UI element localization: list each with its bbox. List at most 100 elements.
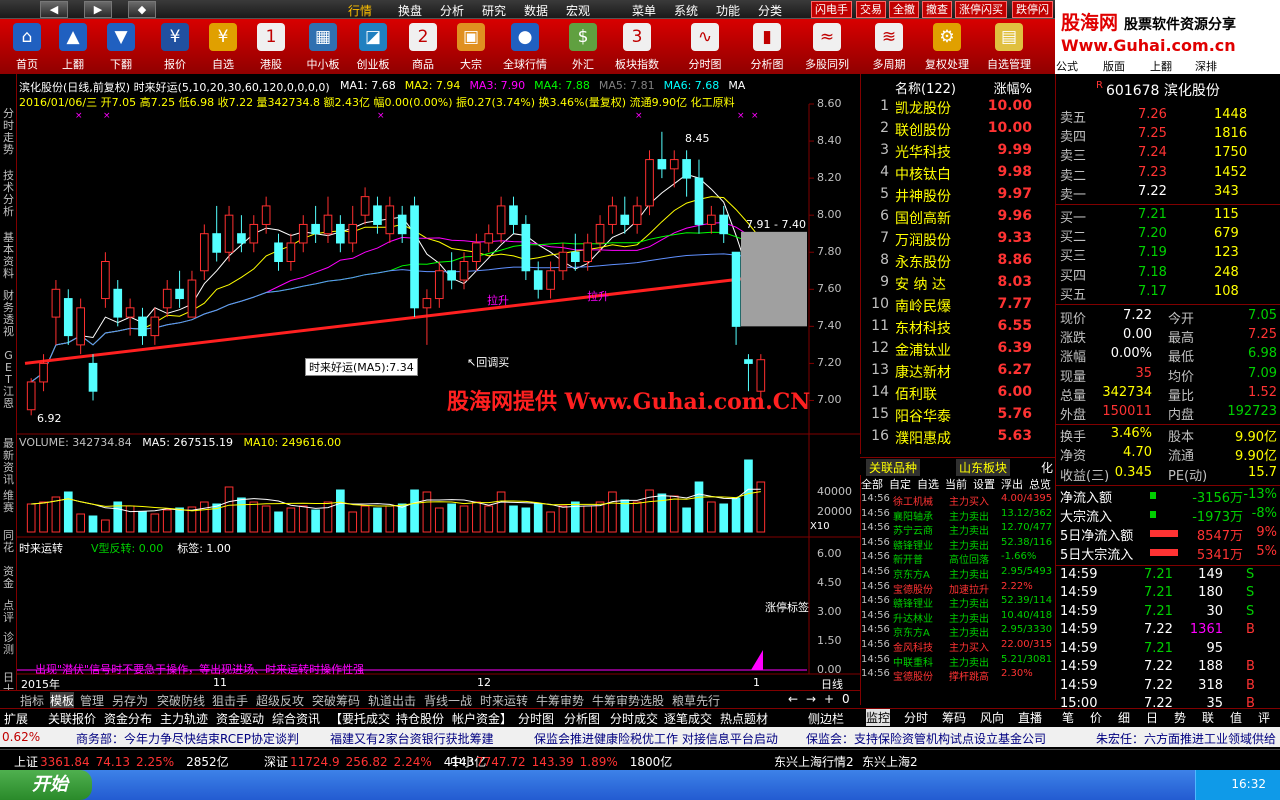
left-tab-6[interactable]: 维 赛 (1, 490, 16, 514)
menu-4[interactable]: 数据 (524, 2, 548, 19)
function-tab-6[interactable]: 【要托成交 (330, 710, 390, 727)
indicator-tab-8[interactable]: 轨道出击 (368, 692, 416, 709)
left-tab-2[interactable]: 基 本 资 料 (1, 232, 16, 280)
quote-tab-4[interactable]: 直播 (1018, 709, 1042, 726)
function-tab-7[interactable]: 持仓股份 (396, 710, 444, 727)
function-tab-10[interactable]: 分析图 (564, 710, 600, 727)
function-tab-4[interactable]: 资金驱动 (216, 710, 264, 727)
ask-level[interactable]: 卖二 7.23 1452 (1056, 165, 1280, 184)
menu-3[interactable]: 研究 (482, 2, 506, 19)
tape-row[interactable]: 14:56 赣锋锂业 主力卖出 52.38/116 (861, 537, 1056, 552)
left-tab-3[interactable]: 财 务 透 视 (1, 290, 16, 338)
indicator-tab-1[interactable]: 模板 (50, 692, 75, 709)
left-tab-1[interactable]: 技 术 分 析 (1, 170, 16, 218)
bid-level[interactable]: 买二 7.20 679 (1056, 226, 1280, 245)
indicator-tab-10[interactable]: 时来运转 (480, 692, 528, 709)
toolbar-button-10[interactable]: ● 全球行情 (502, 21, 548, 73)
quote-tab-10[interactable]: 联 (1202, 709, 1214, 726)
function-tab-9[interactable]: 分时图 (518, 710, 554, 727)
toolbar-button-14[interactable]: ▮ 分析图 (744, 21, 790, 73)
bid-level[interactable]: 买四 7.18 248 (1056, 265, 1280, 284)
toolbar-extra-1[interactable]: 版面 (1103, 58, 1125, 74)
tape-row[interactable]: 14:56 徐工机械 主力买入 4.00/4395 (861, 493, 1056, 508)
function-tab-12[interactable]: 逐笔成交 (664, 710, 712, 727)
toolbar-button-17[interactable]: ⚙ 复权处理 (924, 21, 970, 73)
stock-list-row[interactable]: 14 佰利联 6.00 (861, 384, 1056, 406)
toolbar-button-16[interactable]: ≋ 多周期 (866, 21, 912, 73)
indicator-tab-4[interactable]: 突破防线 (157, 692, 205, 709)
stock-list-row[interactable]: 3 光华科技 9.99 (861, 142, 1056, 164)
quote-tab-6[interactable]: 价 (1090, 709, 1102, 726)
tape-header-item[interactable]: 自选 (917, 476, 939, 491)
news-item-3[interactable]: 保监会推进健康险税优工作 对接信息平台启动 (534, 730, 778, 747)
toolbar-button-5[interactable]: 1 港股 (248, 21, 294, 73)
indicator-tab-3[interactable]: 另存为 (112, 692, 148, 709)
stock-list-tab-1[interactable]: 山东板块 (956, 459, 1011, 476)
toolbar-button-2[interactable]: ▼ 下翻 (98, 21, 144, 73)
news-item-5[interactable]: 朱宏任：六方面推进工业领域供给 (1096, 730, 1276, 747)
start-button[interactable]: 开始 (0, 770, 92, 800)
stock-list-row[interactable]: 15 阳谷华泰 5.76 (861, 406, 1056, 428)
function-tab-3[interactable]: 主力轨迹 (160, 710, 208, 727)
nav-button-1[interactable]: ▶ (84, 1, 112, 18)
chart-nav-button[interactable]: → (806, 692, 816, 706)
trade-button-5[interactable]: 跌停闪 (1012, 1, 1053, 18)
toolbar-button-11[interactable]: $ 外汇 (560, 21, 606, 73)
quote-tab-12[interactable]: 评 (1258, 709, 1270, 726)
ask-level[interactable]: 卖三 7.24 1750 (1056, 145, 1280, 164)
tape-header-item[interactable]: 浮出 (1001, 476, 1023, 491)
ask-level[interactable]: 卖一 7.22 343 (1056, 184, 1280, 203)
menu-2[interactable]: 分析 (440, 2, 464, 19)
toolbar-extra-0[interactable]: 公式 (1056, 58, 1078, 74)
function-tab-13[interactable]: 热点题材 (720, 710, 768, 727)
left-tab-0[interactable]: 分 时 走 势 (1, 108, 16, 156)
kline-chart-area[interactable]: × × × × × × 滨化股份(日线,前复权) 时来好运(5,10,20,30,60,1… (17, 74, 860, 700)
quote-tab-2[interactable]: 筹码 (942, 709, 966, 726)
left-tab-8[interactable]: 资 金 (1, 566, 16, 590)
nav-button-0[interactable]: ◀ (40, 1, 68, 18)
indicator-tab-12[interactable]: 牛筹审势选股 (592, 692, 664, 709)
indicator-tab-11[interactable]: 牛筹审势 (536, 692, 584, 709)
tape-header-item[interactable]: 自定 (889, 476, 911, 491)
left-tab-9[interactable]: 点 评 (1, 600, 16, 624)
toolbar-button-7[interactable]: ◪ 创业板 (350, 21, 396, 73)
stock-list-tab-2[interactable]: 化 (1038, 459, 1056, 476)
toolbar-button-15[interactable]: ≈ 多股同列 (804, 21, 850, 73)
toolbar-button-4[interactable]: ¥ 自选 (200, 21, 246, 73)
toolbar-button-18[interactable]: ▤ 自选管理 (986, 21, 1032, 73)
ask-level[interactable]: 卖四 7.25 1816 (1056, 126, 1280, 145)
nav-button-2[interactable]: ◆ (128, 1, 156, 18)
stock-list-row[interactable]: 12 金浦钛业 6.39 (861, 340, 1056, 362)
toolbar-button-0[interactable]: ⌂ 首页 (4, 21, 50, 73)
indicator-tab-0[interactable]: 指标 (20, 692, 44, 709)
tape-row[interactable]: 14:56 京东方A 主力卖出 2.95/5493 (861, 566, 1056, 581)
index-item-0[interactable]: 上证 3361.84 74.13 2.25% 2852亿 (14, 753, 229, 770)
quote-tab-7[interactable]: 细 (1118, 709, 1130, 726)
tape-row[interactable]: 14:56 宝德股份 撑杆跳高 2.30% (861, 668, 1056, 683)
indicator-tab-2[interactable]: 管理 (80, 692, 104, 709)
quote-tab-0[interactable]: 监控 (866, 709, 891, 726)
toolbar-button-6[interactable]: ▦ 中小板 (300, 21, 346, 73)
quote-tab-5[interactable]: 笔 (1062, 709, 1074, 726)
tape-row[interactable]: 14:56 襄阳轴承 主力卖出 13.12/362 (861, 508, 1056, 523)
function-tab-14[interactable]: 侧边栏 (808, 710, 844, 727)
function-tab-11[interactable]: 分时成交 (610, 710, 658, 727)
menu-5[interactable]: 宏观 (566, 2, 590, 19)
stock-list-row[interactable]: 6 国创高新 9.96 (861, 208, 1056, 230)
toolbar-button-9[interactable]: ▣ 大宗 (448, 21, 494, 73)
tape-row[interactable]: 14:56 宝德股份 加速拉升 2.22% (861, 581, 1056, 596)
indicator-tab-13[interactable]: 粮草先行 (672, 692, 720, 709)
menu-9[interactable]: 分类 (758, 2, 782, 19)
menu-6[interactable]: 菜单 (632, 2, 656, 19)
news-item-2[interactable]: 福建又有2家台资银行获批筹建 (330, 730, 494, 747)
stock-list-row[interactable]: 1 凯龙股份 10.00 (861, 98, 1056, 120)
function-tab-0[interactable]: 扩展 (4, 710, 28, 727)
chart-nav-button[interactable]: ← (788, 692, 798, 706)
stock-list-row[interactable]: 4 中核钛白 9.98 (861, 164, 1056, 186)
left-tab-10[interactable]: 诊 测 (1, 632, 16, 656)
stock-list-row[interactable]: 11 东材科技 6.55 (861, 318, 1056, 340)
quote-tab-11[interactable]: 值 (1230, 709, 1242, 726)
index-item-2[interactable]: 中小 7747.72 143.39 1.89% 1800亿 (450, 753, 672, 770)
tape-header-item[interactable]: 设置 (973, 476, 995, 491)
stock-list-row[interactable]: 7 万润股份 9.33 (861, 230, 1056, 252)
